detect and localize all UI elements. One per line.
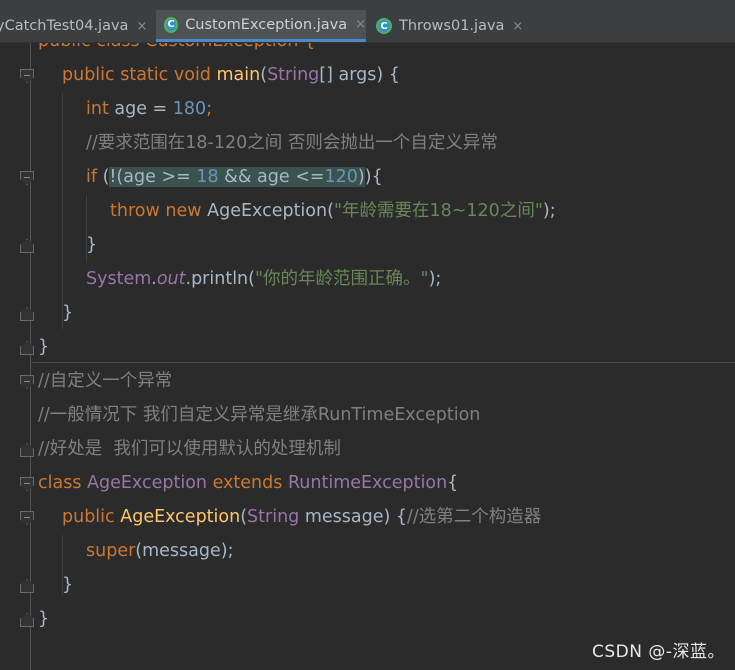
java-class-icon: C bbox=[164, 16, 179, 33]
tab-customexception[interactable]: C CustomException.java × bbox=[156, 10, 366, 42]
close-icon[interactable]: × bbox=[512, 19, 523, 34]
editor-tab-bar: yCatchTest04.java × C CustomException.ja… bbox=[0, 0, 735, 43]
code-line: System.out.println("你的年龄范围正确。"); bbox=[86, 269, 442, 289]
code-line: public AgeException(String message) {//选… bbox=[62, 507, 542, 527]
code-line: //自定义一个异常 bbox=[38, 371, 173, 391]
indent-guide bbox=[62, 93, 63, 329]
code-line: } bbox=[86, 235, 98, 255]
code-line: public class CustomException { bbox=[38, 43, 315, 58]
code-line: } bbox=[62, 303, 74, 323]
watermark: CSDN @-深蓝。 bbox=[591, 642, 725, 662]
code-line: } bbox=[38, 337, 50, 357]
tab-trycatchtest04[interactable]: yCatchTest04.java × bbox=[0, 10, 155, 42]
code-line: //一般情况下 我们自定义异常是继承RunTimeException bbox=[38, 405, 481, 425]
method-separator bbox=[30, 362, 735, 363]
java-class-icon: C bbox=[376, 18, 392, 34]
close-icon[interactable]: × bbox=[355, 17, 366, 32]
code-line: public static void main(String[] args) { bbox=[62, 65, 400, 85]
editor-gutter bbox=[0, 43, 31, 670]
code-line: } bbox=[62, 575, 74, 595]
code-line: int age = 180; bbox=[86, 99, 213, 119]
code-line: if (!(age >= 18 && age <=120)){ bbox=[86, 167, 383, 187]
tab-label: Throws01.java bbox=[399, 18, 505, 34]
code-line: //好处是 我们可以使用默认的处理机制 bbox=[38, 439, 341, 459]
tab-label: CustomException.java bbox=[185, 16, 348, 33]
code-line: throw new AgeException("年龄需要在18~120之间"); bbox=[110, 201, 556, 221]
code-line: class AgeException extends RuntimeExcept… bbox=[38, 473, 459, 493]
tab-throws01[interactable]: C Throws01.java × bbox=[368, 10, 528, 42]
close-icon[interactable]: × bbox=[136, 19, 147, 34]
code-line: } bbox=[38, 609, 50, 629]
code-editor[interactable]: public class CustomException { public st… bbox=[0, 43, 735, 670]
code-line: super(message); bbox=[86, 541, 234, 561]
code-line: //要求范围在18-120之间 否则会抛出一个自定义异常 bbox=[86, 133, 498, 153]
tab-label: yCatchTest04.java bbox=[0, 18, 129, 34]
